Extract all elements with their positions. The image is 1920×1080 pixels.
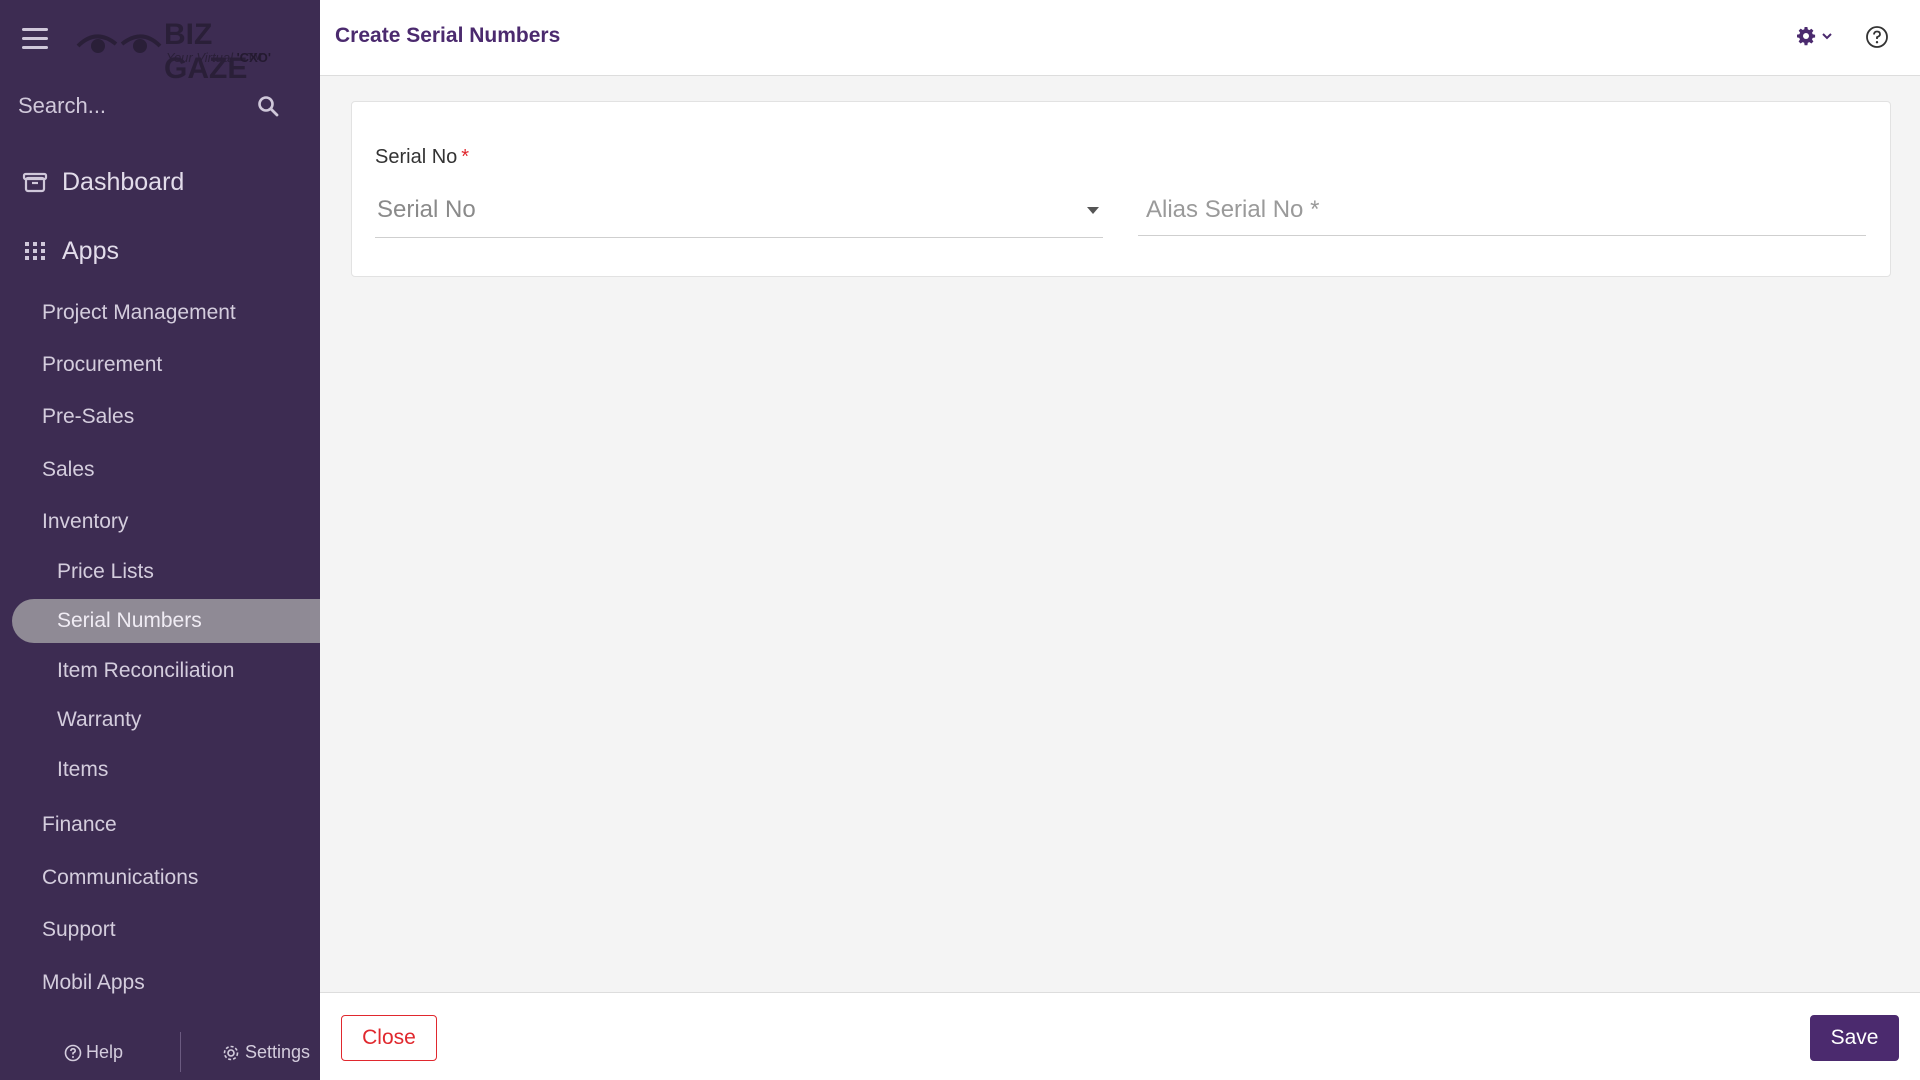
sidebar-item-inventory[interactable]: Inventory xyxy=(0,500,320,544)
caret-down-icon xyxy=(1087,207,1099,214)
sidebar-item-label: Support xyxy=(42,918,116,941)
sidebar-item-label: Finance xyxy=(42,813,117,836)
sidebar-item-label: Items xyxy=(57,758,109,781)
sidebar-header: BIZ GAZETM Your Virtual 'CXO' xyxy=(0,0,320,85)
sidebar-dashboard-label: Dashboard xyxy=(62,167,185,196)
sidebar-item-label: Price Lists xyxy=(57,560,154,583)
settings-dropdown-button[interactable] xyxy=(1796,26,1834,46)
help-circle-icon xyxy=(64,1044,82,1061)
chevron-down-icon xyxy=(1822,33,1832,40)
settings-label: Settings xyxy=(245,1042,311,1062)
serial-no-label: Serial No * xyxy=(375,146,470,168)
sidebar-item-mobil-apps[interactable]: Mobil Apps xyxy=(0,961,320,1005)
help-label: Help xyxy=(86,1042,124,1062)
sidebar-item-label: Pre-Sales xyxy=(42,405,135,428)
sidebar-item-finance[interactable]: Finance xyxy=(0,803,320,847)
sidebar-item-label: Project Management xyxy=(42,301,236,324)
sidebar-item-items[interactable]: Items xyxy=(0,748,320,792)
hamburger-menu-icon[interactable] xyxy=(22,28,48,50)
sidebar-item-label: Inventory xyxy=(42,510,129,533)
brand-tagline: Your Virtual 'CXO' xyxy=(166,50,271,65)
sidebar-item-procurement[interactable]: Procurement xyxy=(0,343,320,387)
sidebar: BIZ GAZETM Your Virtual 'CXO' Dashboard … xyxy=(0,0,320,1080)
sidebar-item-communications[interactable]: Communications xyxy=(0,856,320,900)
sidebar-item-label: Serial Numbers xyxy=(57,609,202,632)
alias-serial-no-input[interactable] xyxy=(1138,184,1866,236)
dashboard-icon xyxy=(22,172,48,193)
footer-divider xyxy=(180,1032,181,1072)
sidebar-item-label: Mobil Apps xyxy=(42,971,145,994)
help-link[interactable]: Help xyxy=(64,1042,123,1063)
settings-link[interactable]: Settings xyxy=(222,1042,310,1063)
sidebar-footer: Help Settings xyxy=(0,1022,320,1080)
sidebar-apps[interactable]: Apps xyxy=(0,223,320,279)
search-icon[interactable] xyxy=(256,94,280,118)
gear-icon xyxy=(1797,27,1816,46)
form-footer: Close Save xyxy=(320,992,1920,1080)
sidebar-apps-label: Apps xyxy=(62,236,119,265)
sidebar-item-project-management[interactable]: Project Management xyxy=(0,291,320,335)
settings-gear-icon xyxy=(223,1045,239,1060)
serial-no-select[interactable]: Serial No xyxy=(375,186,1103,238)
sidebar-item-price-lists[interactable]: Price Lists xyxy=(0,550,320,594)
sidebar-item-sales[interactable]: Sales xyxy=(0,448,320,492)
sidebar-item-support[interactable]: Support xyxy=(0,908,320,952)
sidebar-item-serial-numbers[interactable]: Serial Numbers xyxy=(12,599,320,643)
serial-number-form-card: Serial No * Serial No xyxy=(351,101,1891,277)
sidebar-item-item-reconciliation[interactable]: Item Reconciliation xyxy=(0,649,320,693)
sidebar-item-label: Procurement xyxy=(42,353,163,376)
brand-logo[interactable]: BIZ GAZETM Your Virtual 'CXO' xyxy=(74,14,304,85)
apps-grid-icon xyxy=(25,242,45,260)
save-button[interactable]: Save xyxy=(1810,1015,1899,1061)
sidebar-dashboard[interactable]: Dashboard xyxy=(0,154,320,210)
logo-eyes-icon xyxy=(76,34,162,53)
help-icon[interactable] xyxy=(1864,24,1890,50)
sidebar-item-label: Warranty xyxy=(57,708,142,731)
sidebar-search xyxy=(0,84,320,128)
main-content: Create Serial Numbers Serial No * Serial … xyxy=(320,0,1920,1080)
page-title: Create Serial Numbers xyxy=(335,24,561,47)
sidebar-item-label: Sales xyxy=(42,458,95,481)
page-header: Create Serial Numbers xyxy=(320,0,1920,76)
sidebar-item-label: Item Reconciliation xyxy=(57,659,235,682)
required-asterisk: * xyxy=(461,146,470,168)
sidebar-item-warranty[interactable]: Warranty xyxy=(0,698,320,742)
sidebar-item-label: Communications xyxy=(42,866,199,889)
sidebar-item-pre-sales[interactable]: Pre-Sales xyxy=(0,395,320,439)
serial-no-select-placeholder: Serial No xyxy=(377,196,476,223)
search-input[interactable] xyxy=(18,90,238,122)
close-button[interactable]: Close xyxy=(341,1015,437,1061)
